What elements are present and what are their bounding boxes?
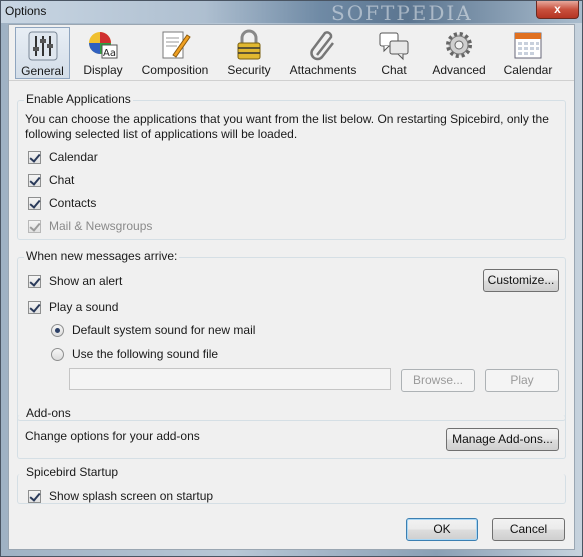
tab-advanced-label: Advanced — [432, 63, 486, 77]
tab-chat[interactable]: Chat — [373, 27, 415, 79]
pencil-paper-icon — [162, 31, 191, 59]
sound-file-radio[interactable] — [51, 347, 64, 361]
paperclip-icon — [310, 31, 334, 61]
startup-title: Spicebird Startup — [24, 465, 121, 479]
chat-checkbox-row[interactable]: Chat — [28, 173, 74, 187]
enable-applications-description: You can choose the applications that you… — [25, 112, 549, 141]
new-messages-title: When new messages arrive: — [24, 249, 180, 263]
sliders-icon — [28, 31, 57, 61]
chat-checkbox-label: Chat — [49, 173, 75, 187]
svg-text:Aa: Aa — [103, 48, 116, 59]
contacts-checkbox[interactable] — [28, 196, 41, 210]
chat-bubbles-icon — [379, 32, 409, 61]
play-sound-row[interactable]: Play a sound — [28, 300, 118, 314]
tab-advanced[interactable]: Advanced — [427, 27, 491, 79]
splash-screen-row[interactable]: Show splash screen on startup — [28, 489, 213, 503]
play-button[interactable]: Play — [485, 369, 559, 392]
splash-screen-checkbox[interactable] — [28, 489, 41, 503]
mail-newsgroups-checkbox-row: Mail & Newsgroups — [28, 219, 152, 233]
addons-description: Change options for your add-ons — [25, 429, 200, 443]
sound-file-label: Use the following sound file — [72, 347, 219, 361]
tab-security[interactable]: Security — [223, 27, 275, 79]
options-client-area: General Aa Display Composition Security … — [8, 24, 575, 550]
enable-applications-title: Enable Applications — [24, 92, 133, 106]
calendar-checkbox[interactable] — [28, 150, 41, 164]
default-sound-row[interactable]: Default system sound for new mail — [51, 323, 255, 337]
color-font-icon: Aa — [89, 32, 118, 59]
category-toolbar: General Aa Display Composition Security … — [9, 25, 574, 81]
play-sound-label: Play a sound — [49, 300, 119, 314]
options-window: Options SOFTPEDIA x General Aa Display C… — [0, 0, 583, 557]
title-bar[interactable]: Options SOFTPEDIA x — [1, 1, 582, 25]
startup-group: Spicebird Startup Show splash screen on … — [17, 465, 566, 504]
tab-attachments-label: Attachments — [289, 63, 357, 77]
tab-display[interactable]: Aa Display — [79, 27, 127, 79]
tab-attachments[interactable]: Attachments — [285, 27, 361, 79]
splash-screen-label: Show splash screen on startup — [49, 489, 214, 503]
customize-button[interactable]: Customize... — [483, 269, 559, 292]
gear-icon — [446, 32, 472, 58]
calendar-checkbox-row[interactable]: Calendar — [28, 150, 98, 164]
calendar-checkbox-label: Calendar — [49, 150, 98, 164]
default-sound-label: Default system sound for new mail — [72, 323, 256, 337]
tab-security-label: Security — [227, 63, 271, 77]
sound-file-row[interactable]: Use the following sound file — [51, 347, 218, 361]
contacts-checkbox-label: Contacts — [49, 196, 97, 210]
sound-file-input[interactable] — [69, 368, 391, 390]
show-alert-label: Show an alert — [49, 274, 123, 288]
mail-newsgroups-checkbox — [28, 219, 41, 233]
softpedia-watermark: SOFTPEDIA — [331, 1, 473, 25]
enable-applications-group: Enable Applications You can choose the a… — [17, 92, 566, 240]
manage-addons-button[interactable]: Manage Add-ons... — [446, 428, 559, 451]
ok-button[interactable]: OK — [406, 518, 478, 541]
tab-calendar[interactable]: Calendar — [499, 27, 557, 79]
tab-composition-label: Composition — [141, 63, 209, 77]
addons-group: Add-ons Change options for your add-ons … — [17, 406, 566, 459]
tab-display-label: Display — [83, 63, 123, 77]
show-alert-row[interactable]: Show an alert — [28, 274, 122, 288]
tab-calendar-label: Calendar — [503, 63, 553, 77]
mail-newsgroups-checkbox-label: Mail & Newsgroups — [49, 219, 153, 233]
show-alert-checkbox[interactable] — [28, 274, 41, 288]
tab-composition[interactable]: Composition — [135, 27, 215, 79]
close-button[interactable]: x — [536, 1, 579, 19]
play-sound-checkbox[interactable] — [28, 300, 41, 314]
tab-general-label: General — [21, 64, 64, 78]
tab-chat-label: Chat — [381, 63, 407, 77]
new-messages-group: When new messages arrive: Show an alert … — [17, 249, 566, 421]
contacts-checkbox-row[interactable]: Contacts — [28, 196, 96, 210]
addons-title: Add-ons — [24, 406, 73, 420]
chat-checkbox[interactable] — [28, 173, 41, 187]
cancel-button[interactable]: Cancel — [492, 518, 565, 541]
browse-button[interactable]: Browse... — [401, 369, 475, 392]
tab-general[interactable]: General — [15, 27, 70, 79]
padlock-icon — [237, 29, 261, 60]
close-icon: x — [554, 2, 561, 16]
default-sound-radio[interactable] — [51, 323, 64, 337]
calendar-icon — [514, 32, 542, 59]
window-title: Options — [5, 4, 47, 18]
